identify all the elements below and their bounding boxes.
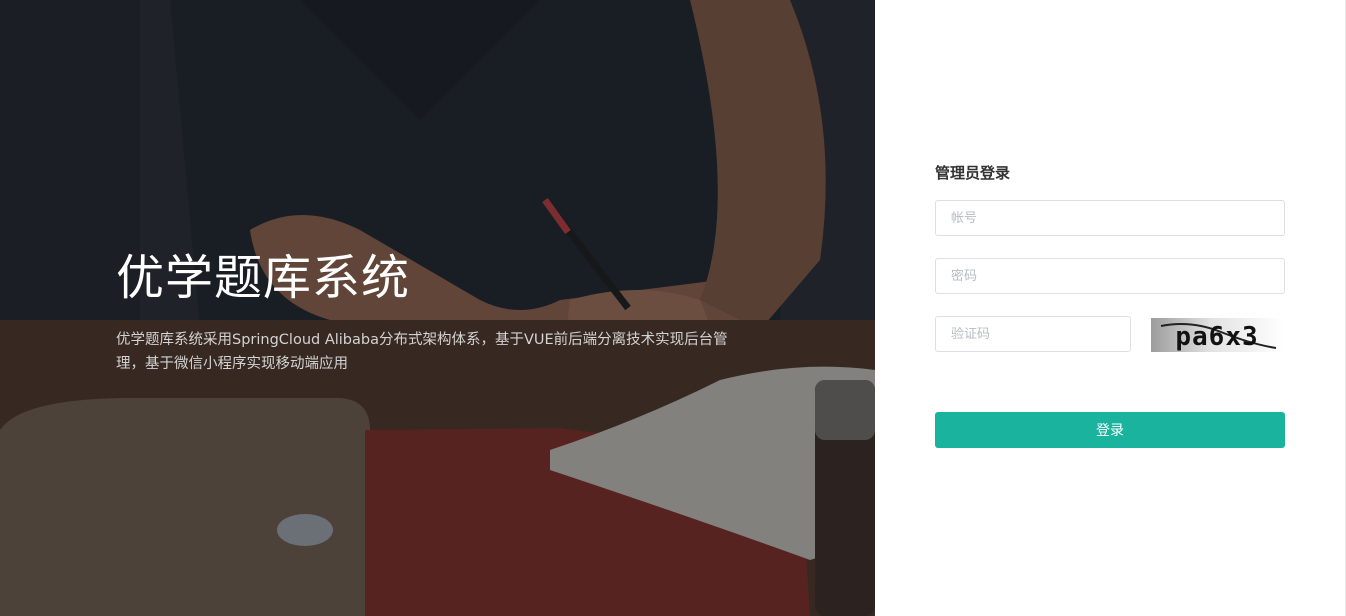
hero-title: 优学题库系统 bbox=[116, 250, 411, 306]
login-panel: 管理员登录 pa6x3 登录 bbox=[875, 0, 1346, 616]
login-title: 管理员登录 bbox=[935, 164, 1011, 182]
login-page: 优学题库系统 优学题库系统采用SpringCloud Alibaba分布式架构体… bbox=[0, 0, 1346, 616]
hero-section: 优学题库系统 优学题库系统采用SpringCloud Alibaba分布式架构体… bbox=[0, 0, 875, 616]
captcha-input[interactable] bbox=[935, 316, 1131, 352]
captcha-text: pa6x3 bbox=[1175, 322, 1258, 352]
password-input[interactable] bbox=[935, 258, 1285, 294]
hero-description: 优学题库系统采用SpringCloud Alibaba分布式架构体系，基于VUE… bbox=[116, 332, 728, 372]
login-button[interactable]: 登录 bbox=[935, 412, 1285, 448]
account-input[interactable] bbox=[935, 200, 1285, 236]
captcha-image[interactable]: pa6x3 bbox=[1151, 318, 1284, 352]
